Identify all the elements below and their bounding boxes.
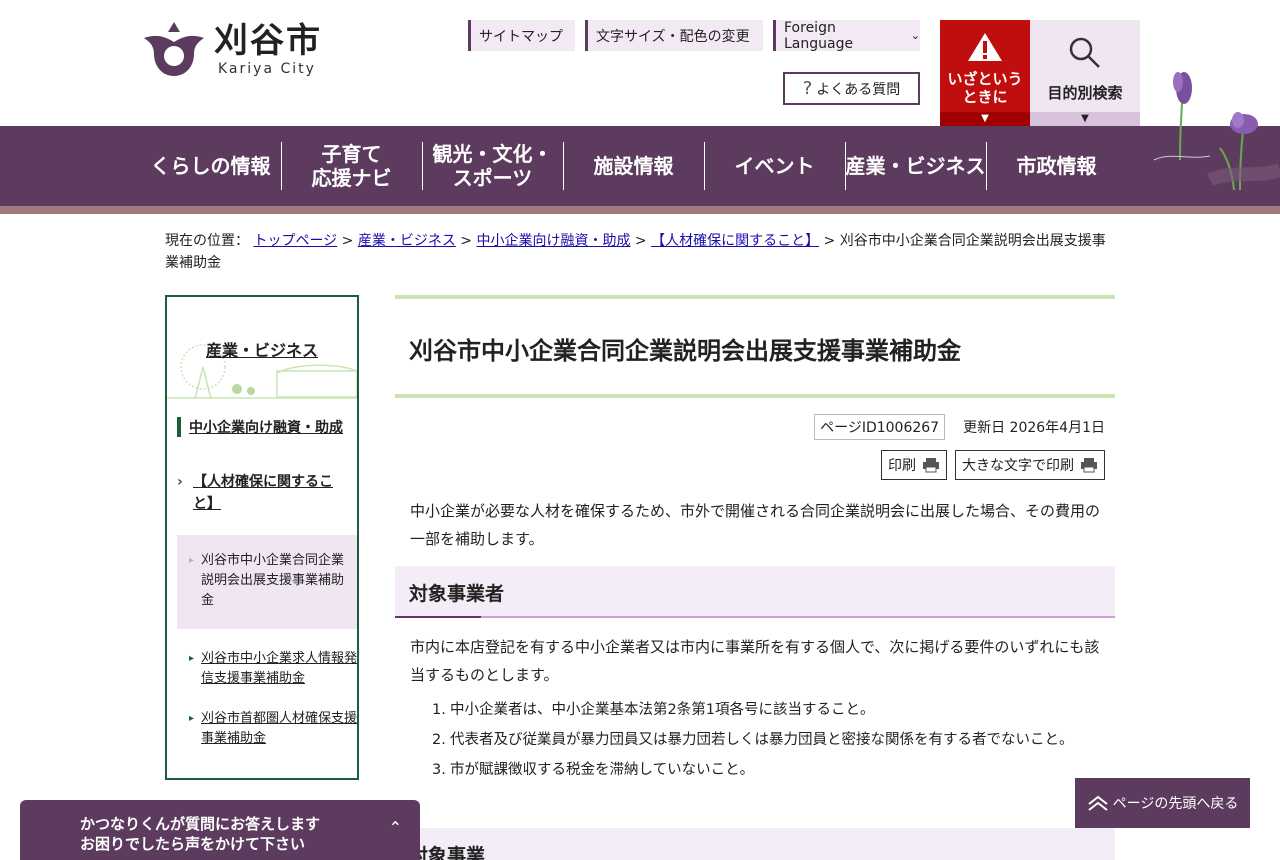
nav-item-childcare[interactable]: 子育て 応援ナビ: [281, 126, 422, 206]
requirements-list: 1. 中小企業者は、中小企業基本法第2条第1項各号に該当すること。 2. 代表者及び…: [410, 698, 1090, 788]
warning-icon: [968, 33, 1002, 61]
faq-button[interactable]: ? よくある質問: [783, 72, 920, 105]
breadcrumb-link-hr[interactable]: 【人材確保に関すること】: [651, 233, 819, 249]
sidebar-level1-link[interactable]: 中小企業向け融資・助成: [167, 399, 357, 437]
list-item: 2. 代表者及び従業員が暴力団員又は暴力団若しくは暴力団員と密接な関係を有する者で…: [410, 728, 1090, 752]
nav-label: スポーツ: [452, 166, 533, 190]
triangle-down-icon: ▼: [1030, 112, 1140, 126]
chatbot-line1: かつなりくんが質問にお答えします: [80, 815, 321, 833]
list-number: 1.: [432, 702, 446, 718]
breadcrumb-link-loans[interactable]: 中小企業向け融資・助成: [476, 233, 630, 249]
print-buttons: 印刷 大きな文字で印刷: [873, 450, 1105, 480]
iris-flower-decoration: [1153, 72, 1280, 190]
section-heading: 対象事業者: [395, 566, 1115, 618]
nav-label: 観光・文化・: [432, 142, 553, 166]
print-button[interactable]: 印刷: [881, 450, 947, 480]
back-to-top-button[interactable]: ページの先頭へ戻る: [1075, 778, 1250, 828]
emergency-label-line1: いざという: [947, 70, 1023, 88]
chevron-down-icon: ⌄: [910, 29, 920, 42]
breadcrumb-separator: >: [455, 233, 477, 249]
breadcrumb-separator: >: [819, 233, 840, 249]
nav-item-government[interactable]: 市政情報: [986, 126, 1127, 206]
page-title: 刈谷市中小企業合同企業説明会出展支援事業補助金: [409, 337, 961, 365]
sidebar-header: 産業・ビジネス: [167, 297, 357, 399]
sidebar: 産業・ビジネス 中小企業向け融資・助成 › 【人材確保に関すること】 刈谷市中小…: [165, 295, 359, 780]
breadcrumb-separator: >: [630, 233, 652, 249]
sidebar-level2-label: 【人材確保に関すること】: [193, 474, 333, 512]
breadcrumb: 現在の位置： トップページ > 産業・ビジネス > 中小企業向け融資・助成 > …: [165, 230, 1115, 274]
purpose-search-button[interactable]: 目的別検索 ▼: [1030, 20, 1140, 126]
nav-bottom-strip: [0, 206, 1280, 214]
triangle-down-icon: ▼: [940, 112, 1030, 126]
sitemap-link[interactable]: サイトマップ: [468, 20, 575, 51]
font-size-color-link[interactable]: 文字サイズ・配色の変更: [585, 20, 763, 51]
question-icon: ?: [802, 78, 813, 99]
section-paragraph: 市内に本店登記を有する中小企業者又は市内に事業所を有する個人で、次に掲げる要件の…: [410, 638, 1100, 684]
nav-label: 子育て: [321, 142, 382, 166]
page-meta: ページID1006267 更新日 2026年4月1日: [814, 414, 1105, 440]
list-text: 市が賦課徴収する税金を滞納していないこと。: [450, 762, 755, 778]
breadcrumb-link-top[interactable]: トップページ: [253, 233, 337, 249]
nav-item-events[interactable]: イベント: [704, 126, 845, 206]
nav-item-tourism[interactable]: 観光・文化・ スポーツ: [422, 126, 563, 206]
nav-label: くらしの情報: [150, 154, 271, 178]
logo-japanese: 刈谷市: [214, 21, 322, 61]
print-label: 印刷: [888, 458, 916, 474]
sidebar-sub-item[interactable]: 刈谷市中小企業求人情報発信支援事業補助金: [177, 649, 357, 689]
nav-item-business[interactable]: 産業・ビジネス: [845, 126, 986, 206]
list-number: 2.: [432, 732, 446, 748]
list-number: 3.: [432, 762, 446, 778]
language-label: Foreign Language: [784, 19, 854, 52]
nav-label: 産業・ビジネス: [845, 154, 986, 178]
site-header: 刈谷市 Kariya City サイトマップ 文字サイズ・配色の変更 Forei…: [0, 0, 1280, 126]
sidebar-sub-item[interactable]: 刈谷市首都圏人材確保支援事業補助金: [177, 709, 357, 749]
site-logo[interactable]: 刈谷市 Kariya City: [142, 20, 322, 78]
chatbot-panel[interactable]: かつなりくんが質問にお答えします お困りでしたら声をかけて下さい ⌃: [20, 800, 420, 860]
section-heading: 対象事業: [395, 828, 1115, 860]
section-heading-text: 対象事業者: [409, 583, 505, 605]
nav-label: 市政情報: [1016, 154, 1097, 178]
sidebar-title-link[interactable]: 産業・ビジネス: [167, 337, 357, 361]
print-large-button[interactable]: 大きな文字で印刷: [955, 450, 1105, 480]
chatbot-line2: お困りでしたら声をかけて下さい: [80, 835, 306, 853]
double-chevron-up-icon: [1088, 795, 1108, 811]
nav-label: 施設情報: [593, 154, 674, 178]
chevron-up-icon: ⌃: [388, 818, 402, 837]
list-text: 代表者及び従業員が暴力団員又は暴力団若しくは暴力団員と密接な関係を有する者でない…: [450, 732, 1074, 748]
breadcrumb-link-business[interactable]: 産業・ビジネス: [358, 233, 456, 249]
back-to-top-label: ページの先頭へ戻る: [1112, 796, 1239, 812]
global-nav: くらしの情報 子育て 応援ナビ 観光・文化・ スポーツ 施設情報 イベント 産業・ビ…: [0, 126, 1280, 206]
page-id: ページID1006267: [814, 414, 946, 440]
chevron-right-icon: ›: [177, 474, 183, 490]
nav-label: イベント: [734, 154, 815, 178]
breadcrumb-separator: >: [337, 233, 358, 249]
nav-item-living[interactable]: くらしの情報: [140, 126, 281, 206]
printer-icon: [1081, 458, 1097, 473]
search-icon: [1069, 37, 1100, 68]
page-title-box: 刈谷市中小企業合同企業説明会出展支援事業補助金: [395, 295, 1115, 398]
sidebar-current-item: 刈谷市中小企業合同企業説明会出展支援事業補助金: [177, 535, 357, 629]
list-text: 中小企業者は、中小企業基本法第2条第1項各号に該当すること。: [450, 702, 875, 718]
logo-english: Kariya City: [218, 61, 316, 77]
nav-item-facilities[interactable]: 施設情報: [563, 126, 704, 206]
printer-icon: [923, 458, 939, 473]
sidebar-level1-label: 中小企業向け融資・助成: [177, 417, 343, 437]
purpose-search-label: 目的別検索: [1047, 84, 1123, 102]
language-select[interactable]: Foreign Language ⌄: [773, 19, 920, 52]
intro-paragraph: 中小企業が必要な人材を確保するため、市外で開催される合同企業説明会に出展した場合…: [410, 502, 1101, 548]
sidebar-level2-link[interactable]: › 【人材確保に関すること】: [167, 471, 357, 515]
emergency-label-line2: ときに: [962, 88, 1008, 106]
main-content: 刈谷市中小企業合同企業説明会出展支援事業補助金 ページID1006267 更新日…: [395, 295, 1115, 860]
nav-label: 応援ナビ: [311, 166, 392, 190]
city-emblem-icon: [144, 22, 204, 76]
breadcrumb-prefix: 現在の位置：: [165, 233, 249, 249]
section-heading-text: 対象事業: [409, 845, 486, 860]
list-item: 1. 中小企業者は、中小企業基本法第2条第1項各号に該当すること。: [410, 698, 1090, 722]
print-large-label: 大きな文字で印刷: [962, 458, 1074, 474]
emergency-button[interactable]: いざという ときに ▼: [940, 20, 1030, 126]
updated-date: 更新日 2026年4月1日: [963, 420, 1105, 436]
faq-label: よくある質問: [816, 81, 901, 98]
list-item: 3. 市が賦課徴収する税金を滞納していないこと。: [410, 758, 1090, 782]
